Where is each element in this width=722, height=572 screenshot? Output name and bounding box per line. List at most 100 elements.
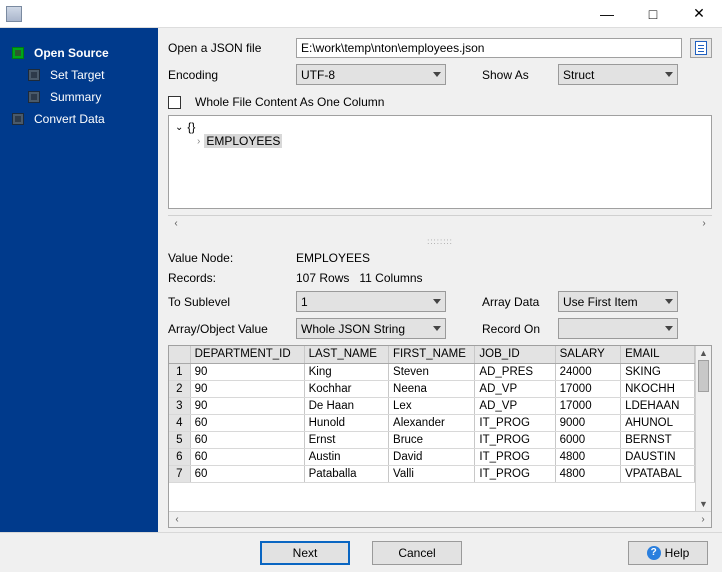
- browse-file-button[interactable]: [690, 38, 712, 58]
- sidebar-item-summary[interactable]: Summary: [0, 86, 158, 108]
- cell: Valli: [389, 465, 475, 482]
- close-button[interactable]: ✕: [676, 0, 722, 28]
- row-number: 3: [169, 397, 190, 414]
- sidebar-item-label: Summary: [50, 90, 101, 104]
- column-header[interactable]: LAST_NAME: [304, 346, 388, 363]
- records-cols: 11 Columns: [359, 271, 422, 285]
- sidebar-item-set-target[interactable]: Set Target: [0, 64, 158, 86]
- column-header[interactable]: SALARY: [555, 346, 620, 363]
- help-button[interactable]: ? Help: [628, 541, 708, 565]
- cell: 60: [190, 431, 304, 448]
- scroll-left-button[interactable]: ‹: [168, 216, 184, 231]
- document-icon: [695, 41, 707, 55]
- open-file-label: Open a JSON file: [168, 41, 288, 55]
- cell: Ernst: [304, 431, 388, 448]
- tree-expand-icon[interactable]: ⌄: [175, 122, 183, 133]
- sidebar-item-label: Convert Data: [34, 112, 105, 126]
- encoding-select[interactable]: UTF-8: [296, 64, 446, 85]
- sidebar-item-label: Set Target: [50, 68, 104, 82]
- column-header[interactable]: FIRST_NAME: [389, 346, 475, 363]
- scroll-right-button[interactable]: ›: [695, 512, 711, 527]
- cell: De Haan: [304, 397, 388, 414]
- row-number: 2: [169, 380, 190, 397]
- tree-employees-node[interactable]: EMPLOYEES: [204, 134, 282, 148]
- cell: David: [389, 448, 475, 465]
- column-header[interactable]: EMAIL: [621, 346, 695, 363]
- cell: 17000: [555, 380, 620, 397]
- row-number: 7: [169, 465, 190, 482]
- cell: 9000: [555, 414, 620, 431]
- table-row[interactable]: 290KochharNeenaAD_VP17000NKOCHH: [169, 380, 695, 397]
- array-data-label: Array Data: [482, 295, 550, 309]
- cell: AD_VP: [475, 397, 555, 414]
- tree-root-node[interactable]: {}: [187, 120, 195, 134]
- column-header[interactable]: JOB_ID: [475, 346, 555, 363]
- to-sublevel-select[interactable]: 1: [296, 291, 446, 312]
- sidebar-item-open-source[interactable]: Open Source: [0, 42, 158, 64]
- table-row[interactable]: 560ErnstBruceIT_PROG6000BERNST: [169, 431, 695, 448]
- app-icon: [6, 6, 22, 22]
- scroll-left-button[interactable]: ‹: [169, 512, 185, 527]
- wizard-footer: Next Cancel ? Help: [0, 532, 722, 572]
- scroll-down-button[interactable]: ▼: [696, 497, 711, 511]
- cell: AD_VP: [475, 380, 555, 397]
- table-row[interactable]: 190KingStevenAD_PRES24000SKING: [169, 363, 695, 380]
- cell: IT_PROG: [475, 448, 555, 465]
- cell: LDEHAAN: [621, 397, 695, 414]
- record-on-label: Record On: [482, 322, 550, 336]
- cell: IT_PROG: [475, 431, 555, 448]
- json-tree-view[interactable]: ⌄ {} › EMPLOYEES: [168, 115, 712, 209]
- scrollbar-thumb[interactable]: [698, 360, 709, 392]
- grid-vertical-scrollbar[interactable]: ▲ ▼: [695, 346, 711, 511]
- cell: 17000: [555, 397, 620, 414]
- show-as-label: Show As: [482, 68, 550, 82]
- show-as-select[interactable]: Struct: [558, 64, 678, 85]
- table-row[interactable]: 760PataballaValliIT_PROG4800VPATABAL: [169, 465, 695, 482]
- grid-horizontal-scrollbar[interactable]: ‹ ›: [169, 511, 711, 527]
- table-row[interactable]: 460HunoldAlexanderIT_PROG9000AHUNOL: [169, 414, 695, 431]
- sidebar-item-label: Open Source: [34, 46, 109, 60]
- step-marker-icon: [28, 69, 40, 81]
- wizard-sidebar: Open Source Set Target Summary Convert Data: [0, 28, 158, 532]
- maximize-button[interactable]: □: [630, 0, 676, 28]
- scroll-up-button[interactable]: ▲: [696, 346, 711, 360]
- cell: 90: [190, 363, 304, 380]
- array-object-select[interactable]: Whole JSON String: [296, 318, 446, 339]
- row-number: 4: [169, 414, 190, 431]
- tree-horizontal-scrollbar[interactable]: ‹ ›: [168, 215, 712, 231]
- cell: SKING: [621, 363, 695, 380]
- scroll-right-button[interactable]: ›: [696, 216, 712, 231]
- help-icon: ?: [647, 546, 661, 560]
- cell: NKOCHH: [621, 380, 695, 397]
- open-file-input[interactable]: [296, 38, 682, 58]
- column-header[interactable]: DEPARTMENT_ID: [190, 346, 304, 363]
- step-marker-icon: [12, 113, 24, 125]
- cell: Neena: [389, 380, 475, 397]
- table-row[interactable]: 390De HaanLexAD_VP17000LDEHAAN: [169, 397, 695, 414]
- encoding-label: Encoding: [168, 68, 288, 82]
- next-button[interactable]: Next: [260, 541, 350, 565]
- record-on-select[interactable]: [558, 318, 678, 339]
- table-row[interactable]: 660AustinDavidIT_PROG4800DAUSTIN: [169, 448, 695, 465]
- cell: Kochhar: [304, 380, 388, 397]
- tree-expand-icon[interactable]: ›: [197, 136, 200, 147]
- minimize-button[interactable]: —: [584, 0, 630, 28]
- cell: IT_PROG: [475, 465, 555, 482]
- data-grid[interactable]: DEPARTMENT_IDLAST_NAMEFIRST_NAMEJOB_IDSA…: [168, 345, 712, 528]
- cell: Steven: [389, 363, 475, 380]
- array-data-select[interactable]: Use First Item: [558, 291, 678, 312]
- cell: BERNST: [621, 431, 695, 448]
- records-rows: 107 Rows: [296, 271, 349, 285]
- value-node-label: Value Node:: [168, 251, 288, 265]
- cell: 4800: [555, 465, 620, 482]
- splitter-grip[interactable]: ::::::::: [168, 237, 712, 245]
- cell: Hunold: [304, 414, 388, 431]
- cancel-button[interactable]: Cancel: [372, 541, 462, 565]
- whole-file-label: Whole File Content As One Column: [195, 95, 384, 109]
- cell: 60: [190, 465, 304, 482]
- sidebar-item-convert-data[interactable]: Convert Data: [0, 108, 158, 130]
- whole-file-checkbox[interactable]: [168, 96, 181, 109]
- cell: VPATABAL: [621, 465, 695, 482]
- to-sublevel-label: To Sublevel: [168, 295, 288, 309]
- cell: 60: [190, 414, 304, 431]
